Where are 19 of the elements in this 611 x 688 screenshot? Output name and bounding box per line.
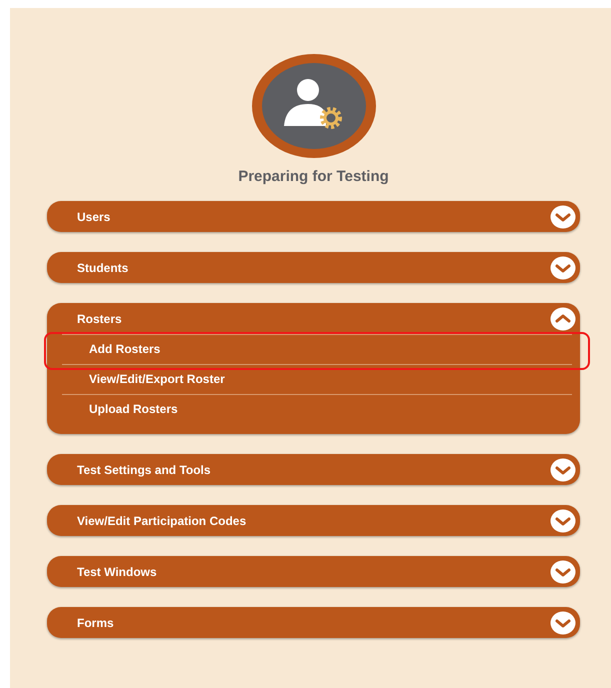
menu-link[interactable]: Upload Rosters [62,394,572,424]
chevron-down-icon [550,610,576,634]
chevron-down-icon [550,458,576,482]
menu-link[interactable]: View/Edit/Export Roster [62,364,572,394]
section-header[interactable]: Forms [47,607,580,638]
section-header[interactable]: Test Windows [47,556,580,587]
menu-link[interactable]: Add Rosters [62,334,572,364]
chevron-down-icon [550,560,576,584]
section-header[interactable]: Students [47,252,580,283]
section-header[interactable]: Users [47,201,580,232]
page-title: Preparing for Testing [237,168,390,185]
chevron-down-icon [550,256,576,280]
section-header[interactable]: Rosters [47,303,580,334]
section-header[interactable]: Test Settings and Tools [47,454,580,485]
chevron-down-icon [550,204,576,228]
chevron-up-icon [550,306,576,330]
chevron-down-icon [550,508,576,532]
section-header[interactable]: View/Edit Participation Codes [47,505,580,536]
user-settings-icon [250,52,378,160]
